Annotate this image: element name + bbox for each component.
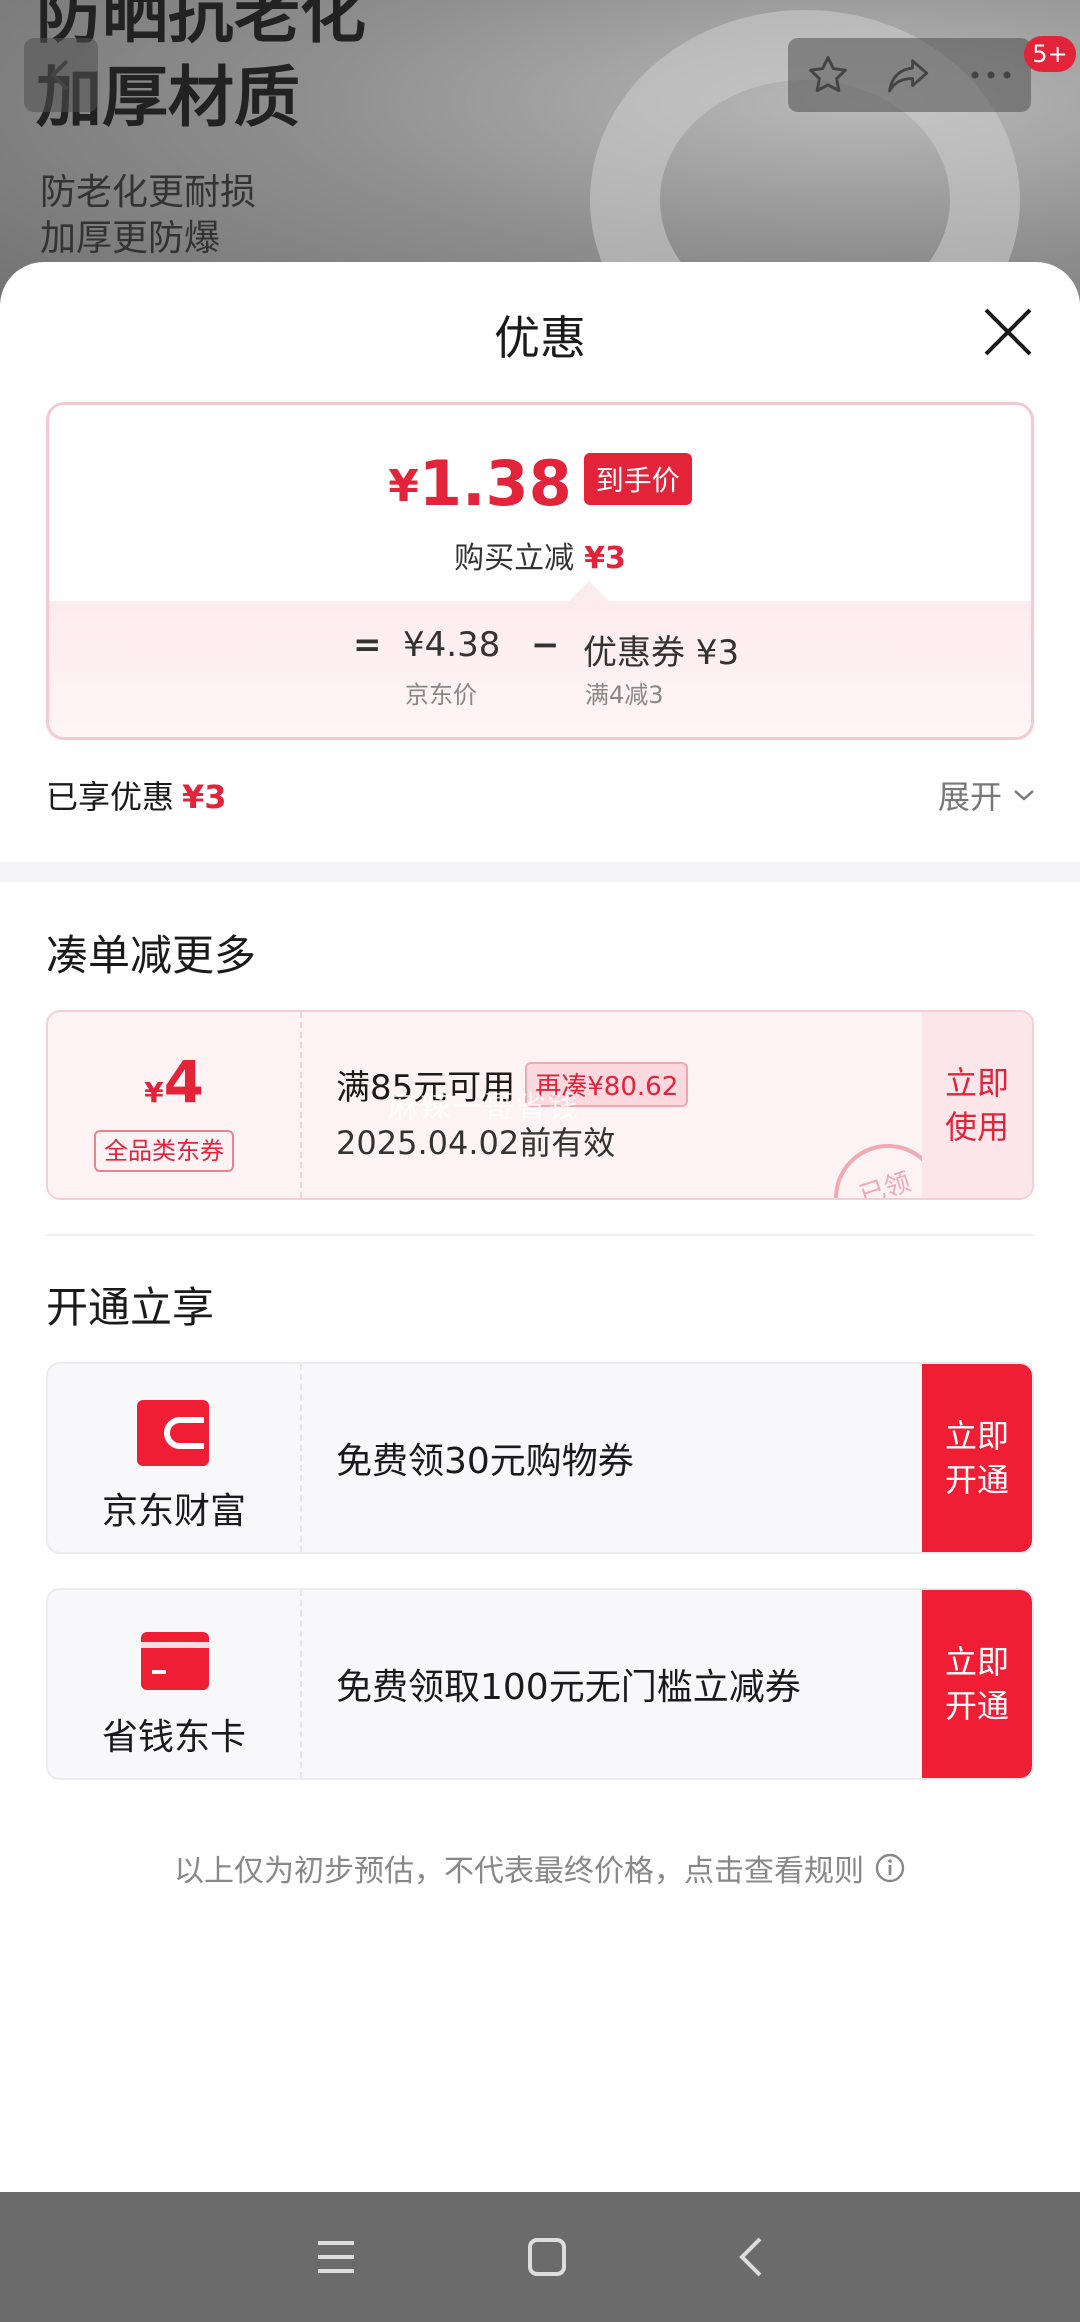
card-offer: 免费领30元购物券 bbox=[336, 1441, 634, 1482]
more-button[interactable] bbox=[969, 69, 1013, 81]
close-icon[interactable] bbox=[980, 304, 1036, 360]
system-nav-bar bbox=[0, 2192, 1080, 2322]
chevron-left-icon bbox=[50, 59, 69, 91]
rules-footnote[interactable]: 以上仅为初步预估，不代表最终价格，点击查看规则 bbox=[0, 1846, 1080, 1890]
expand-button[interactable]: 展开 bbox=[938, 772, 1036, 818]
jd-price: ¥4.38 bbox=[403, 625, 501, 665]
favorite-button[interactable] bbox=[806, 53, 850, 97]
open-now-button[interactable]: 立即 开通 bbox=[922, 1364, 1032, 1552]
cart-badge: 5+ bbox=[1024, 36, 1076, 72]
coupon-type-tag: 全品类东券 bbox=[94, 1130, 234, 1172]
price-currency: ¥ bbox=[388, 461, 419, 512]
separator bbox=[46, 1234, 1034, 1236]
enjoyed-discount: 已享优惠 ¥3 bbox=[46, 778, 227, 816]
jd-wealth-card[interactable]: 京东财富 免费领30元购物券 立即 开通 bbox=[46, 1362, 1034, 1554]
equals-sign: = bbox=[353, 625, 382, 665]
coupon-amount: 优惠券 ¥3 bbox=[583, 633, 740, 673]
share-icon bbox=[888, 59, 929, 93]
jd-price-label: 京东价 bbox=[405, 681, 477, 709]
section-divider bbox=[0, 862, 1080, 882]
home-icon[interactable] bbox=[526, 2236, 568, 2278]
top-action-bar bbox=[788, 38, 1031, 112]
saving-card[interactable]: 省钱东卡 免费领取100元无门槛立减券 立即 开通 bbox=[46, 1588, 1034, 1780]
card-offer: 免费领取100元无门槛立减券 bbox=[336, 1667, 801, 1708]
card-name: 省钱东卡 bbox=[101, 1717, 246, 1758]
section-title-open: 开通立享 bbox=[46, 1283, 215, 1332]
back-nav-icon[interactable] bbox=[736, 2235, 766, 2279]
back-button[interactable] bbox=[24, 38, 98, 112]
chevron-down-icon bbox=[1014, 790, 1034, 801]
open-now-button[interactable]: 立即 开通 bbox=[922, 1590, 1032, 1778]
instant-reduction: 购买立减 ¥3 bbox=[454, 541, 626, 576]
final-price: 1.38 bbox=[418, 447, 572, 520]
card-name: 京东财富 bbox=[101, 1491, 246, 1532]
coupon-value: ¥4 bbox=[144, 1048, 204, 1116]
price-summary-box: ¥ 1.38 到手价 购买立减 ¥3 = ¥4.38 京东价 − 优惠券 ¥3 满… bbox=[46, 402, 1034, 740]
menu-icon[interactable] bbox=[314, 2237, 358, 2277]
info-icon bbox=[875, 1853, 905, 1883]
minus-sign: − bbox=[531, 625, 560, 665]
product-subtitle: 防老化更耐损 加厚更防爆 bbox=[40, 172, 257, 259]
final-price-tag: 到手价 bbox=[583, 453, 692, 505]
section-title-more: 凑单减更多 bbox=[46, 931, 257, 980]
discount-sheet: 优惠 ¥ 1.38 到手价 购买立减 ¥3 = ¥4.38 京东价 − 优惠券 ¥… bbox=[0, 262, 1080, 2192]
more-dots-icon bbox=[971, 71, 1011, 79]
star-icon bbox=[809, 56, 848, 93]
card-icon bbox=[141, 1632, 209, 1690]
wallet-icon bbox=[137, 1400, 209, 1466]
share-button[interactable] bbox=[886, 53, 932, 97]
sheet-title: 优惠 bbox=[494, 311, 586, 365]
coupon-rule: 满4减3 bbox=[585, 681, 664, 709]
use-now-button[interactable]: 立即 使用 bbox=[922, 1012, 1032, 1198]
watermark: 麻辣一哥省钱 bbox=[388, 1090, 580, 1125]
